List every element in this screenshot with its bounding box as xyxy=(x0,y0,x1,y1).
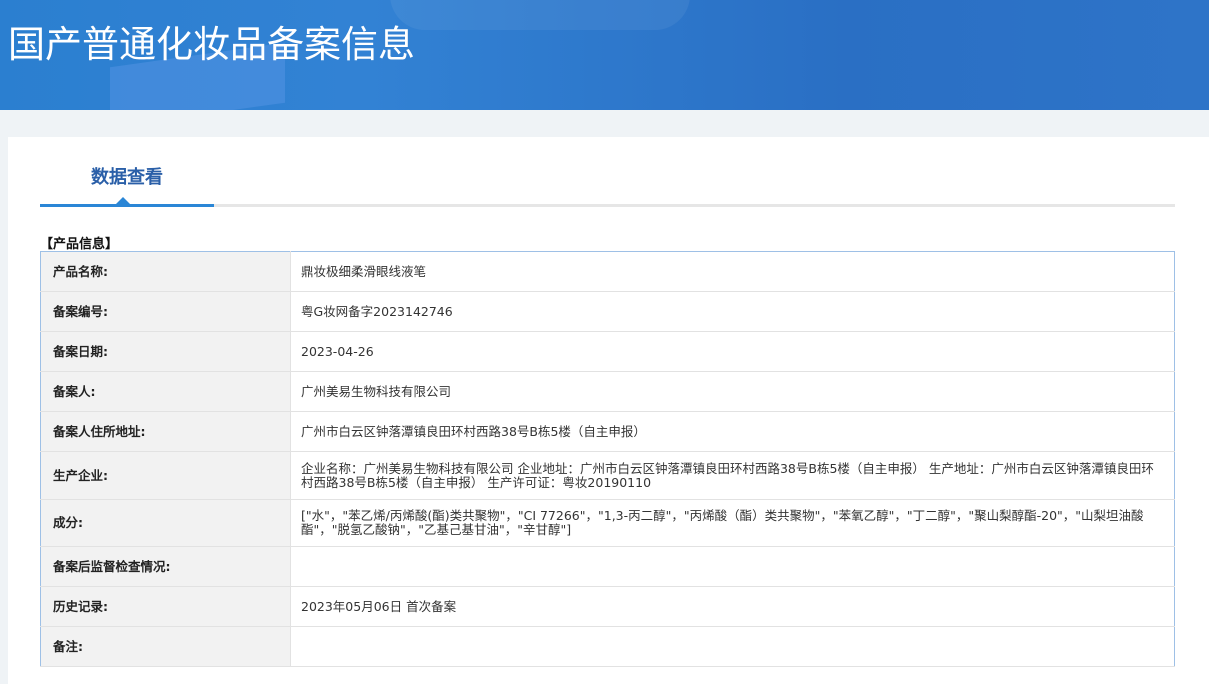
row-value xyxy=(290,626,1175,667)
row-value: ["水"，"苯乙烯/丙烯酸(酯)类共聚物"，"CI 77266"，"1,3-丙二… xyxy=(290,499,1175,547)
row-value: 2023年05月06日 首次备案 xyxy=(290,586,1175,627)
row-label: 历史记录: xyxy=(40,586,291,627)
row-value: 广州市白云区钟落潭镇良田环村西路38号B栋5楼（自主申报） xyxy=(290,411,1175,452)
content-card: 数据查看 【产品信息】 产品名称: 鼎妆极细柔滑眼线液笔 备案编号: 粤G妆网备字2… xyxy=(8,137,1209,684)
table-row: 成分: ["水"，"苯乙烯/丙烯酸(酯)类共聚物"，"CI 77266"，"1,3… xyxy=(40,499,1175,547)
header-banner: 国产普通化妆品备案信息 xyxy=(0,0,1209,110)
row-label: 备案人: xyxy=(40,371,291,412)
row-label: 备案人住所地址: xyxy=(40,411,291,452)
banner-decoration xyxy=(390,0,690,30)
row-value: 广州美易生物科技有限公司 xyxy=(290,371,1175,412)
row-value: 鼎妆极细柔滑眼线液笔 xyxy=(290,251,1175,292)
table-row: 备案后监督检查情况: xyxy=(40,546,1175,587)
row-label: 产品名称: xyxy=(40,251,291,292)
tab-data-view[interactable]: 数据查看 xyxy=(40,163,214,189)
table-row: 备案人住所地址: 广州市白云区钟落潭镇良田环村西路38号B栋5楼（自主申报） xyxy=(40,411,1175,452)
tab-bar: 数据查看 xyxy=(40,137,1175,207)
row-value: 2023-04-26 xyxy=(290,331,1175,372)
row-label: 生产企业: xyxy=(40,451,291,500)
table-row: 备案日期: 2023-04-26 xyxy=(40,331,1175,372)
row-label: 成分: xyxy=(40,499,291,547)
table-row: 生产企业: 企业名称：广州美易生物科技有限公司 企业地址：广州市白云区钟落潭镇良田… xyxy=(40,451,1175,500)
section-title: 【产品信息】 xyxy=(40,237,119,252)
table-row: 备案编号: 粤G妆网备字2023142746 xyxy=(40,291,1175,332)
table-row: 备注: xyxy=(40,626,1175,667)
product-info-table: 产品名称: 鼎妆极细柔滑眼线液笔 备案编号: 粤G妆网备字2023142746 备案… xyxy=(40,251,1175,667)
row-label: 备案编号: xyxy=(40,291,291,332)
tab-arrow-icon xyxy=(116,197,130,204)
page-title: 国产普通化妆品备案信息 xyxy=(8,23,415,66)
row-label: 备注: xyxy=(40,626,291,667)
row-value: 企业名称：广州美易生物科技有限公司 企业地址：广州市白云区钟落潭镇良田环村西路3… xyxy=(290,451,1175,500)
table-row: 产品名称: 鼎妆极细柔滑眼线液笔 xyxy=(40,251,1175,292)
row-value xyxy=(290,546,1175,587)
row-label: 备案后监督检查情况: xyxy=(40,546,291,587)
table-row: 历史记录: 2023年05月06日 首次备案 xyxy=(40,586,1175,627)
tab-active-indicator xyxy=(40,204,214,207)
row-value: 粤G妆网备字2023142746 xyxy=(290,291,1175,332)
row-label: 备案日期: xyxy=(40,331,291,372)
table-row: 备案人: 广州美易生物科技有限公司 xyxy=(40,371,1175,412)
